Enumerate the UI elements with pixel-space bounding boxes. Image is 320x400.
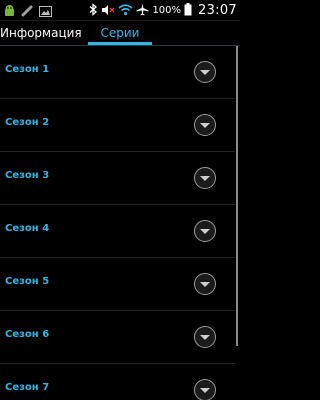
season-label: Сезон 5 <box>5 276 50 287</box>
status-bar: 100% 23:07 <box>0 0 240 21</box>
tab-bar: Информация Серии <box>0 21 240 45</box>
season-label: Сезон 7 <box>5 382 50 393</box>
season-row[interactable]: Сезон 6 <box>0 311 235 364</box>
airplane-icon <box>136 1 149 20</box>
battery-percentage: 100% <box>152 4 182 16</box>
season-row[interactable]: Сезон 3 <box>0 152 235 205</box>
season-row[interactable]: Сезон 2 <box>0 99 235 152</box>
season-label: Сезон 1 <box>5 64 50 75</box>
scrollbar[interactable] <box>236 46 238 346</box>
season-label: Сезон 3 <box>5 170 50 181</box>
clock: 23:07 <box>198 2 237 18</box>
expand-chevron-icon[interactable] <box>194 114 216 136</box>
expand-chevron-icon[interactable] <box>194 273 216 295</box>
expand-chevron-icon[interactable] <box>194 326 216 348</box>
season-label: Сезон 6 <box>5 329 50 340</box>
expand-chevron-icon[interactable] <box>194 379 216 400</box>
season-row[interactable]: Сезон 5 <box>0 258 235 311</box>
season-label: Сезон 2 <box>5 117 50 128</box>
expand-chevron-icon[interactable] <box>194 220 216 242</box>
volume-mute-icon <box>101 1 115 20</box>
season-list[interactable]: Сезон 1 Сезон 2 Сезон 3 Сезон 4 Сезон 5 … <box>0 46 240 400</box>
season-label: Сезон 4 <box>5 223 50 234</box>
expand-chevron-icon[interactable] <box>194 61 216 83</box>
season-row[interactable]: Сезон 4 <box>0 205 235 258</box>
image-icon <box>39 2 52 21</box>
season-row[interactable]: Сезон 7 <box>0 364 235 400</box>
tab-info[interactable]: Информация <box>0 21 82 43</box>
wifi-icon <box>118 1 133 20</box>
battery-icon <box>184 1 192 20</box>
expand-chevron-icon[interactable] <box>194 167 216 189</box>
android-icon <box>4 2 15 21</box>
season-row[interactable]: Сезон 1 <box>0 46 235 99</box>
tab-series[interactable]: Серии <box>88 21 152 43</box>
phone-icon <box>21 2 33 21</box>
bluetooth-icon <box>89 1 98 20</box>
